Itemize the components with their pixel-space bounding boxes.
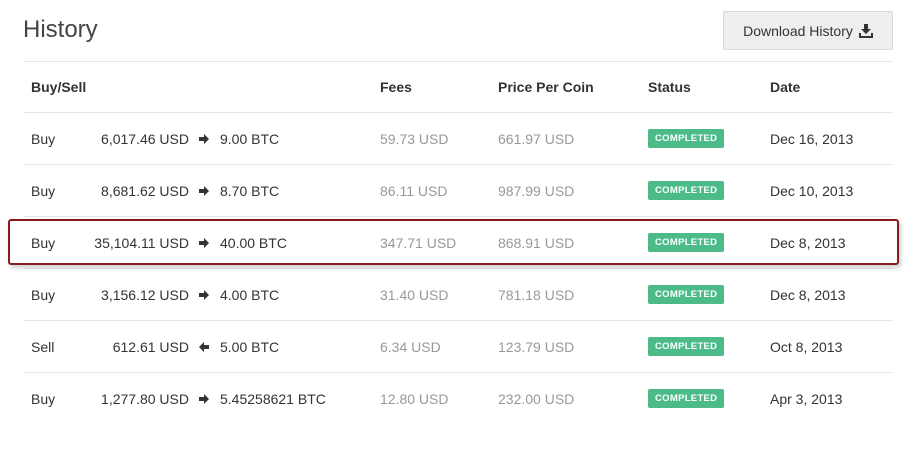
cell-date: Dec 16, 2013 bbox=[770, 130, 854, 147]
arrow-right-icon bbox=[198, 373, 210, 424]
cell-date: Apr 3, 2013 bbox=[770, 390, 843, 407]
table-row[interactable]: Buy 6,017.46 USD 9.00 BTC 59.73 USD 661.97 U… bbox=[23, 112, 893, 164]
table-header-row: Buy/Sell Fees Price Per Coin Status Date bbox=[23, 61, 893, 112]
arrow-right-icon bbox=[198, 165, 210, 216]
status-badge: COMPLETED bbox=[648, 285, 725, 304]
cell-status: COMPLETED bbox=[648, 217, 725, 268]
cell-fees: 86.11 USD bbox=[380, 182, 448, 199]
cell-coin: 5.00 BTC bbox=[220, 338, 280, 355]
status-badge: COMPLETED bbox=[648, 129, 725, 148]
cell-type: Buy bbox=[31, 234, 56, 251]
download-history-label: Download History bbox=[743, 22, 853, 39]
cell-coin: 9.00 BTC bbox=[220, 130, 280, 147]
cell-date: Dec 10, 2013 bbox=[770, 182, 854, 199]
cell-coin: 8.70 BTC bbox=[220, 182, 280, 199]
cell-fees: 59.73 USD bbox=[380, 130, 449, 147]
table-row[interactable]: Buy 8,681.62 USD 8.70 BTC 86.11 USD 987.99 U… bbox=[23, 164, 893, 216]
cell-date: Dec 8, 2013 bbox=[770, 286, 846, 303]
cell-amount: 35,104.11 USD bbox=[94, 234, 189, 251]
cell-coin: 40.00 BTC bbox=[220, 234, 287, 251]
cell-type: Buy bbox=[31, 390, 56, 407]
cell-type: Sell bbox=[31, 338, 55, 355]
cell-amount: 1,277.80 USD bbox=[101, 390, 189, 407]
header-price: Price Per Coin bbox=[498, 79, 594, 95]
download-history-button[interactable]: Download History bbox=[723, 11, 893, 50]
arrow-right-icon bbox=[198, 217, 210, 268]
status-badge: COMPLETED bbox=[648, 233, 725, 252]
cell-status: COMPLETED bbox=[648, 373, 725, 424]
header-fees: Fees bbox=[380, 79, 412, 95]
cell-date: Dec 8, 2013 bbox=[770, 234, 846, 251]
arrow-right-icon bbox=[198, 269, 210, 320]
arrow-left-icon bbox=[198, 321, 210, 372]
cell-date: Oct 8, 2013 bbox=[770, 338, 843, 355]
cell-type: Buy bbox=[31, 286, 56, 303]
cell-coin: 4.00 BTC bbox=[220, 286, 280, 303]
download-tray-icon bbox=[858, 23, 873, 38]
header-buysell: Buy/Sell bbox=[31, 79, 87, 95]
cell-amount: 612.61 USD bbox=[112, 338, 189, 355]
history-table: Buy/Sell Fees Price Per Coin Status Date… bbox=[23, 61, 893, 424]
status-badge: COMPLETED bbox=[648, 181, 725, 200]
cell-amount: 6,017.46 USD bbox=[101, 130, 189, 147]
cell-fees: 347.71 USD bbox=[380, 234, 457, 251]
cell-amount: 8,681.62 USD bbox=[101, 182, 189, 199]
arrow-right-icon bbox=[198, 113, 210, 164]
table-row[interactable]: Sell 612.61 USD 5.00 BTC 6.34 USD 123.79 USD… bbox=[23, 320, 893, 372]
cell-fees: 6.34 USD bbox=[380, 338, 441, 355]
header-date: Date bbox=[770, 79, 801, 95]
cell-amount: 3,156.12 USD bbox=[101, 286, 189, 303]
cell-price: 232.00 USD bbox=[498, 390, 575, 407]
cell-coin: 5.45258621 BTC bbox=[220, 390, 326, 407]
table-row[interactable]: Buy 3,156.12 USD 4.00 BTC 31.40 USD 781.18 U… bbox=[23, 268, 893, 320]
cell-price: 987.99 USD bbox=[498, 182, 575, 199]
cell-price: 123.79 USD bbox=[498, 338, 575, 355]
cell-status: COMPLETED bbox=[648, 165, 725, 216]
cell-fees: 12.80 USD bbox=[380, 390, 449, 407]
status-badge: COMPLETED bbox=[648, 389, 725, 408]
status-badge: COMPLETED bbox=[648, 337, 725, 356]
header-status: Status bbox=[648, 79, 691, 95]
cell-status: COMPLETED bbox=[648, 113, 725, 164]
cell-type: Buy bbox=[31, 182, 56, 199]
cell-status: COMPLETED bbox=[648, 321, 725, 372]
cell-status: COMPLETED bbox=[648, 269, 725, 320]
table-row[interactable]: Buy 1,277.80 USD 5.45258621 BTC 12.80 USD 23… bbox=[23, 372, 893, 424]
cell-price: 868.91 USD bbox=[498, 234, 575, 251]
cell-fees: 31.40 USD bbox=[380, 286, 449, 303]
page-title: History bbox=[23, 16, 98, 43]
cell-price: 781.18 USD bbox=[498, 286, 575, 303]
cell-price: 661.97 USD bbox=[498, 130, 575, 147]
table-row[interactable]: Buy 35,104.11 USD 40.00 BTC 347.71 USD 868.9… bbox=[23, 216, 893, 268]
cell-type: Buy bbox=[31, 130, 56, 147]
